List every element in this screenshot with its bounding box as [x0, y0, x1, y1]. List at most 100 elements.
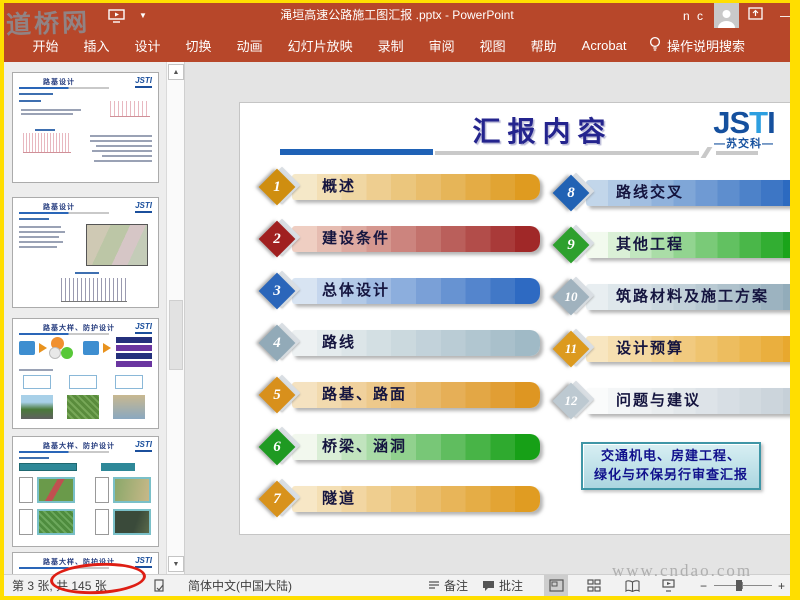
notes-button[interactable]: 备注: [428, 575, 468, 596]
start-slideshow-icon[interactable]: [108, 8, 125, 23]
toc-item[interactable]: 建设条件 2: [252, 218, 544, 258]
titlebar: ▼ 渑垣高速公路施工图汇报 .pptx - PowerPoint n c —: [4, 3, 790, 28]
ribbon-tab[interactable]: 插入: [71, 28, 122, 62]
comments-button[interactable]: 批注: [482, 575, 523, 596]
item-bar: 路线交叉: [586, 180, 790, 206]
thumb-rule: [19, 567, 109, 569]
item-number: 5: [273, 387, 281, 403]
ribbon-tab[interactable]: 录制: [365, 28, 416, 62]
item-bar: 其他工程: [586, 232, 790, 258]
scrollbar-thumb[interactable]: [169, 300, 183, 370]
toc-item[interactable]: 筑路材料及施工方案 10: [546, 276, 790, 316]
thumb-photo: [113, 509, 151, 535]
ribbon-tab[interactable]: 幻灯片放映: [275, 28, 365, 62]
toc-item[interactable]: 桥梁、涵洞 6: [252, 426, 544, 466]
ribbon-tab[interactable]: 审阅: [416, 28, 467, 62]
thumb-rule: [19, 451, 109, 453]
workspace: 路基设计 JSTI 路基设计 JSTI 路基大样、防护设计 JSTI 路基大样、…: [4, 62, 790, 574]
thumbnail-scrollbar[interactable]: ▲ ▼: [166, 62, 185, 574]
item-number: 4: [273, 335, 281, 351]
language-indicator[interactable]: 简体中文(中国大陆): [188, 575, 292, 596]
toc-item[interactable]: 问题与建议 12: [546, 380, 790, 420]
reading-view-button[interactable]: [620, 575, 644, 596]
thumb-photo: [21, 395, 53, 419]
zoom-handle[interactable]: [736, 580, 742, 591]
item-number-diamond: 10: [552, 278, 590, 316]
slide-thumbnail[interactable]: 路基设计 JSTI: [12, 72, 159, 183]
item-number: 7: [273, 491, 281, 507]
item-label: 其他工程: [616, 237, 685, 253]
ribbon-tab[interactable]: 帮助: [518, 28, 569, 62]
toc-item[interactable]: 总体设计 3: [252, 270, 544, 310]
slide-thumbnail[interactable]: 路基大样、防护设计 JSTI: [12, 436, 159, 547]
ribbon-tab[interactable]: 切换: [173, 28, 224, 62]
toc-item[interactable]: 隧道 7: [252, 478, 544, 518]
slideshow-view-button[interactable]: [656, 575, 680, 596]
lightbulb-icon: [649, 36, 661, 55]
thumb-arrow: [39, 343, 47, 353]
notes-label: 备注: [444, 579, 469, 593]
item-number: 3: [273, 283, 281, 299]
thumb-title: 路基设计: [43, 79, 75, 86]
ribbon-tab[interactable]: 动画: [224, 28, 275, 62]
thumb-textbox: [95, 509, 109, 535]
item-label: 路基、路面: [322, 387, 408, 403]
item-number-diamond: 9: [552, 226, 590, 264]
thumb-photo: [37, 509, 75, 535]
ribbon-tab[interactable]: 开始: [20, 28, 71, 62]
item-number-diamond: 11: [552, 330, 590, 368]
note-box[interactable]: 交通机电、房建工程、 绿化与环保另行审查汇报: [581, 442, 761, 490]
item-number-diamond: 6: [258, 428, 296, 466]
item-number: 10: [564, 289, 578, 304]
thumb-textline: [19, 246, 57, 248]
thumb-textline: [19, 457, 49, 459]
zoom-out-button[interactable]: −: [700, 575, 707, 596]
slide-counter[interactable]: 第 3 张, 共 145 张: [12, 575, 107, 596]
toc-col-right: 路线交叉 8 其他工程 9 筑路材料及施工方案 10 设计预算 11 问题与建议 12: [546, 172, 790, 439]
scroll-up-icon[interactable]: ▲: [168, 64, 184, 80]
scroll-down-icon[interactable]: ▼: [168, 556, 184, 572]
thumb-textline: [96, 145, 152, 147]
ribbon-tab[interactable]: 视图: [467, 28, 518, 62]
proofing-icon[interactable]: [154, 575, 165, 596]
thumb-listrow: [116, 361, 152, 367]
thumb-diagram: [110, 101, 150, 117]
toc-item[interactable]: 其他工程 9: [546, 224, 790, 264]
zoom-slider[interactable]: [714, 575, 772, 596]
slide-sorter-view-button[interactable]: [582, 575, 606, 596]
slide-thumbnail[interactable]: 路基设计 JSTI: [12, 197, 159, 308]
search-label: 操作说明搜索: [666, 38, 745, 54]
logo-js: JS: [713, 105, 750, 140]
thumb-textline: [35, 129, 55, 131]
user-avatar[interactable]: [714, 3, 739, 28]
current-slide[interactable]: 汇报内容 JSTI —苏交科— 概述 1 建设条件 2 总体设计 3 路线 4 路基、路面 5 桥梁…: [240, 103, 790, 534]
thumb-listrow: [116, 337, 152, 343]
thumb-callout: [23, 375, 51, 389]
slide-thumbnail[interactable]: 路基大样、防护设计 JSTI: [12, 552, 159, 574]
toc-item[interactable]: 路基、路面 5: [252, 374, 544, 414]
item-number: 11: [564, 341, 578, 356]
thumb-header-bar: [101, 463, 135, 471]
ribbon-tab[interactable]: Acrobat: [569, 28, 639, 62]
thumb-rule: [19, 212, 109, 214]
toc-item[interactable]: 路线 4: [252, 322, 544, 362]
thumb-textline: [92, 150, 152, 152]
toc-item[interactable]: 路线交叉 8: [546, 172, 790, 212]
slide-thumbnail[interactable]: 路基大样、防护设计 JSTI: [12, 318, 159, 429]
minimize-button[interactable]: —: [780, 8, 790, 23]
item-label: 设计预算: [616, 341, 685, 357]
item-label: 筑路材料及施工方案: [616, 289, 770, 305]
toc-item[interactable]: 概述 1: [252, 166, 544, 206]
jsti-mini-logo: JSTI: [135, 440, 152, 452]
zoom-in-button[interactable]: +: [778, 575, 785, 596]
thumb-textline: [19, 100, 41, 102]
normal-view-button[interactable]: [544, 575, 568, 596]
toc-item[interactable]: 设计预算 11: [546, 328, 790, 368]
user-initials[interactable]: n c: [683, 9, 705, 23]
item-number-diamond: 5: [258, 376, 296, 414]
item-number-diamond: 4: [258, 324, 296, 362]
thumb-title: 路基大样、防护设计: [43, 443, 115, 450]
tell-me-search[interactable]: 操作说明搜索: [649, 36, 745, 55]
ribbon-tab[interactable]: 设计: [122, 28, 173, 62]
ribbon-display-options-icon[interactable]: [748, 6, 763, 25]
